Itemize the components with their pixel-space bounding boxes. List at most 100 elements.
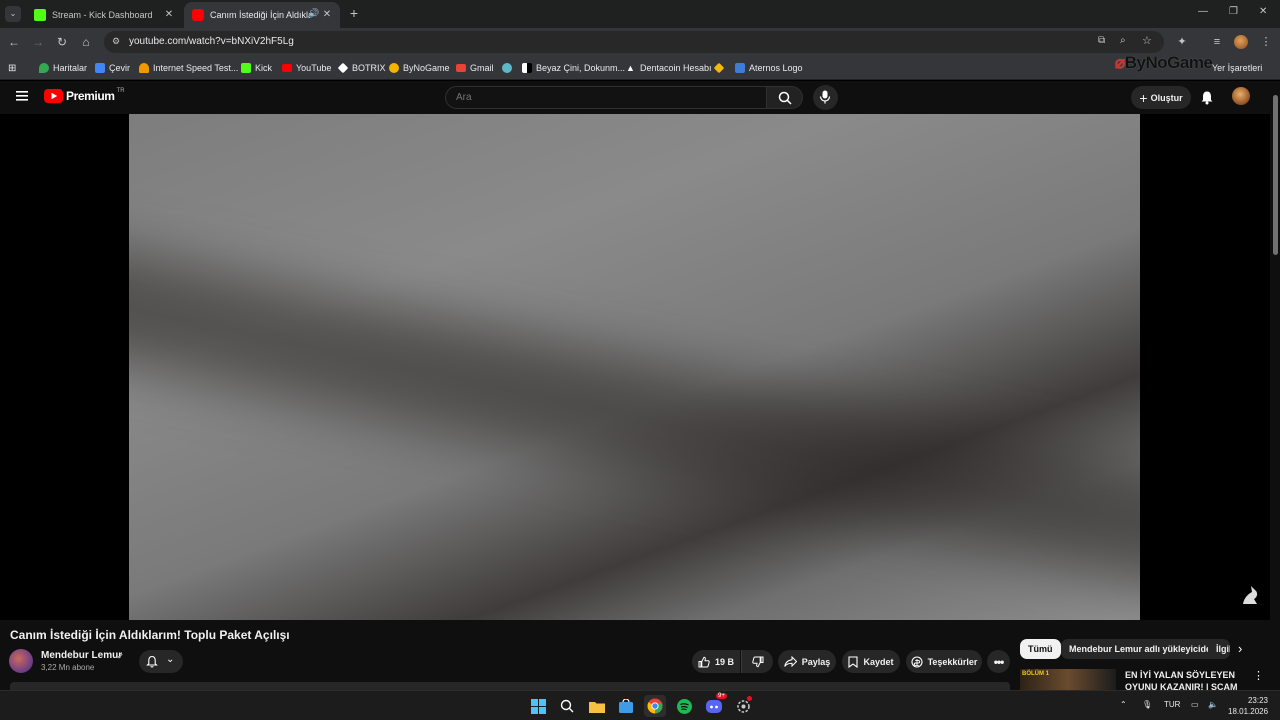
thumbs-up-icon bbox=[698, 656, 710, 667]
input-language[interactable]: TUR bbox=[1164, 700, 1180, 709]
search-button[interactable] bbox=[767, 86, 803, 109]
bookmark-beyaz-cini[interactable]: Beyaz Çini, Dokunm... bbox=[522, 61, 625, 75]
tab-title: Stream - Kick Dashboard bbox=[52, 10, 153, 20]
guide-menu-button[interactable] bbox=[15, 89, 29, 103]
bookmark-unnamed[interactable] bbox=[502, 61, 516, 75]
discord-button[interactable]: 9+ bbox=[703, 693, 727, 717]
channel-name[interactable]: Mendebur Lemur bbox=[41, 650, 122, 661]
store-button[interactable] bbox=[615, 695, 637, 717]
spotify-icon bbox=[676, 698, 692, 714]
recommendation-thumbnail[interactable]: BÖLÜM 1 bbox=[1020, 669, 1116, 690]
tab-search-button[interactable]: ⌄ bbox=[5, 6, 21, 22]
apps-icon[interactable]: ⊞ bbox=[8, 61, 16, 75]
search-field[interactable] bbox=[445, 86, 767, 109]
reload-button[interactable]: ↻ bbox=[52, 32, 72, 52]
chrome-taskbar-button[interactable] bbox=[644, 695, 666, 717]
bookmark-gmail[interactable]: Gmail bbox=[456, 61, 494, 75]
thanks-button[interactable]: Teşekkürler bbox=[906, 650, 982, 673]
chip-all[interactable]: Tümü bbox=[1020, 639, 1061, 659]
channel-avatar[interactable] bbox=[9, 649, 33, 673]
bynogame-watermark: ⌀ByNoGame bbox=[1115, 53, 1213, 73]
scrollbar-thumb[interactable] bbox=[1273, 95, 1278, 255]
chevron-down-icon: ⌄ bbox=[9, 9, 17, 18]
bookmark-haritalar[interactable]: Haritalar bbox=[39, 61, 87, 75]
save-label: Kaydet bbox=[863, 656, 894, 667]
bookmarks-bar: ⊞ Haritalar Çevir Internet Speed Test...… bbox=[0, 56, 1280, 80]
youtube-logo[interactable]: Premium TR bbox=[44, 88, 125, 103]
network-icon[interactable]: ▭ bbox=[1191, 700, 1199, 709]
account-avatar[interactable] bbox=[1232, 87, 1250, 105]
speaker-icon[interactable]: 🔊 bbox=[308, 8, 319, 19]
bookmark-botrix[interactable]: BOTRIX bbox=[337, 61, 386, 75]
super-thanks-icon bbox=[911, 655, 923, 668]
bookmark-label: Aternos Logo bbox=[749, 63, 803, 73]
chrome-menu-icon[interactable]: ⋮ bbox=[1256, 32, 1276, 52]
zoom-icon[interactable]: ⌕ bbox=[1120, 35, 1126, 46]
page-scrollbar[interactable] bbox=[1270, 81, 1280, 690]
chips-next-button[interactable]: › bbox=[1238, 641, 1242, 656]
bookmark-star-icon[interactable]: ☆ bbox=[1142, 34, 1152, 47]
extensions-icon[interactable]: ✦ bbox=[1172, 32, 1192, 52]
bookmark-speed-test[interactable]: Internet Speed Test... bbox=[139, 61, 238, 75]
tab-youtube-video[interactable]: Canım İstediği İçin Aldıklarım 🔊 ✕ bbox=[184, 2, 340, 28]
more-actions-button[interactable]: ••• bbox=[987, 650, 1010, 673]
start-button[interactable] bbox=[527, 695, 549, 717]
cloud-icon bbox=[139, 63, 149, 73]
dislike-button[interactable] bbox=[741, 650, 773, 673]
tab-kick-dashboard[interactable]: Stream - Kick Dashboard ✕ bbox=[26, 2, 182, 28]
subscription-bell-button[interactable]: ⌄ bbox=[139, 650, 183, 673]
chip-related[interactable]: İlgili bbox=[1208, 639, 1230, 659]
voice-search-button[interactable] bbox=[813, 85, 838, 110]
checker-icon bbox=[522, 63, 532, 73]
description-box-edge[interactable] bbox=[10, 682, 1010, 690]
microphone-icon[interactable]: 🎙 bbox=[1142, 700, 1152, 709]
bookmark-bynogame[interactable]: ByNoGame bbox=[389, 61, 450, 75]
search-input[interactable] bbox=[456, 90, 756, 105]
recommendation-menu-icon[interactable]: ⋮ bbox=[1253, 669, 1264, 682]
restore-button[interactable]: ❐ bbox=[1229, 6, 1238, 17]
spotify-button[interactable] bbox=[673, 695, 695, 717]
taskbar-search-button[interactable] bbox=[556, 695, 578, 717]
site-info-icon[interactable]: ⚙ bbox=[112, 36, 120, 47]
close-tab-icon[interactable]: ✕ bbox=[162, 8, 176, 22]
save-button[interactable]: Kaydet bbox=[842, 650, 900, 673]
like-button[interactable]: 19 B bbox=[692, 650, 740, 673]
reload-icon: ↻ bbox=[56, 35, 68, 49]
forward-button[interactable]: → bbox=[28, 32, 48, 52]
back-button[interactable]: ← bbox=[4, 32, 24, 52]
all-bookmarks-folder[interactable]: Yer İşaretleri bbox=[1212, 61, 1262, 75]
new-tab-button[interactable]: + bbox=[346, 5, 362, 21]
close-tab-icon[interactable]: ✕ bbox=[320, 8, 334, 22]
show-hidden-icons[interactable]: ⌃ bbox=[1120, 700, 1127, 709]
url-text[interactable]: youtube.com/watch?v=bNXiV2hF5Lg bbox=[129, 36, 294, 47]
bell-icon bbox=[1201, 91, 1213, 105]
notifications-button[interactable] bbox=[1200, 90, 1214, 110]
file-explorer-button[interactable] bbox=[586, 695, 608, 717]
clock[interactable]: 23:23 18.01.2026 bbox=[1228, 695, 1268, 717]
bookmark-label: BOTRIX bbox=[352, 63, 386, 73]
folder-icon bbox=[589, 701, 605, 713]
video-player[interactable] bbox=[129, 114, 1140, 620]
close-window-button[interactable]: ✕ bbox=[1259, 6, 1267, 17]
bookmark-youtube[interactable]: YouTube bbox=[282, 61, 331, 75]
address-bar[interactable]: ⚙ youtube.com/watch?v=bNXiV2hF5Lg ⧉ ⌕ ☆ bbox=[104, 31, 1164, 53]
bookmark-cevir[interactable]: Çevir bbox=[95, 61, 130, 75]
app-button[interactable] bbox=[732, 695, 754, 717]
profile-avatar[interactable] bbox=[1234, 35, 1248, 49]
arrow-left-icon: ← bbox=[8, 35, 20, 49]
create-button[interactable]: + Oluştur bbox=[1131, 86, 1191, 109]
bookmark-aternos[interactable]: Aternos Logo bbox=[735, 61, 803, 75]
install-app-icon[interactable]: ⧉ bbox=[1098, 35, 1105, 46]
home-button[interactable]: ⌂ bbox=[76, 32, 96, 52]
chip-from-uploader[interactable]: Mendebur Lemur adlı yükleyiciden bbox=[1061, 639, 1225, 659]
bookmark-binance[interactable] bbox=[713, 61, 728, 75]
bookmark-label: Kick bbox=[255, 63, 273, 73]
bookmark-dentacoin[interactable]: ▲ Dentacoin Hesabı bbox=[626, 61, 712, 75]
thanks-label: Teşekkürler bbox=[927, 656, 978, 667]
share-button[interactable]: Paylaş bbox=[778, 650, 836, 673]
media-control-icon[interactable]: ≡ bbox=[1207, 32, 1227, 52]
bookmark-kick[interactable]: Kick bbox=[241, 61, 272, 75]
volume-icon[interactable]: 🔈 bbox=[1208, 700, 1218, 709]
minimize-button[interactable]: — bbox=[1198, 6, 1208, 17]
recommendation-title[interactable]: EN İYİ YALAN SÖYLEYEN OYUNU KAZANIR! | S… bbox=[1125, 669, 1245, 690]
